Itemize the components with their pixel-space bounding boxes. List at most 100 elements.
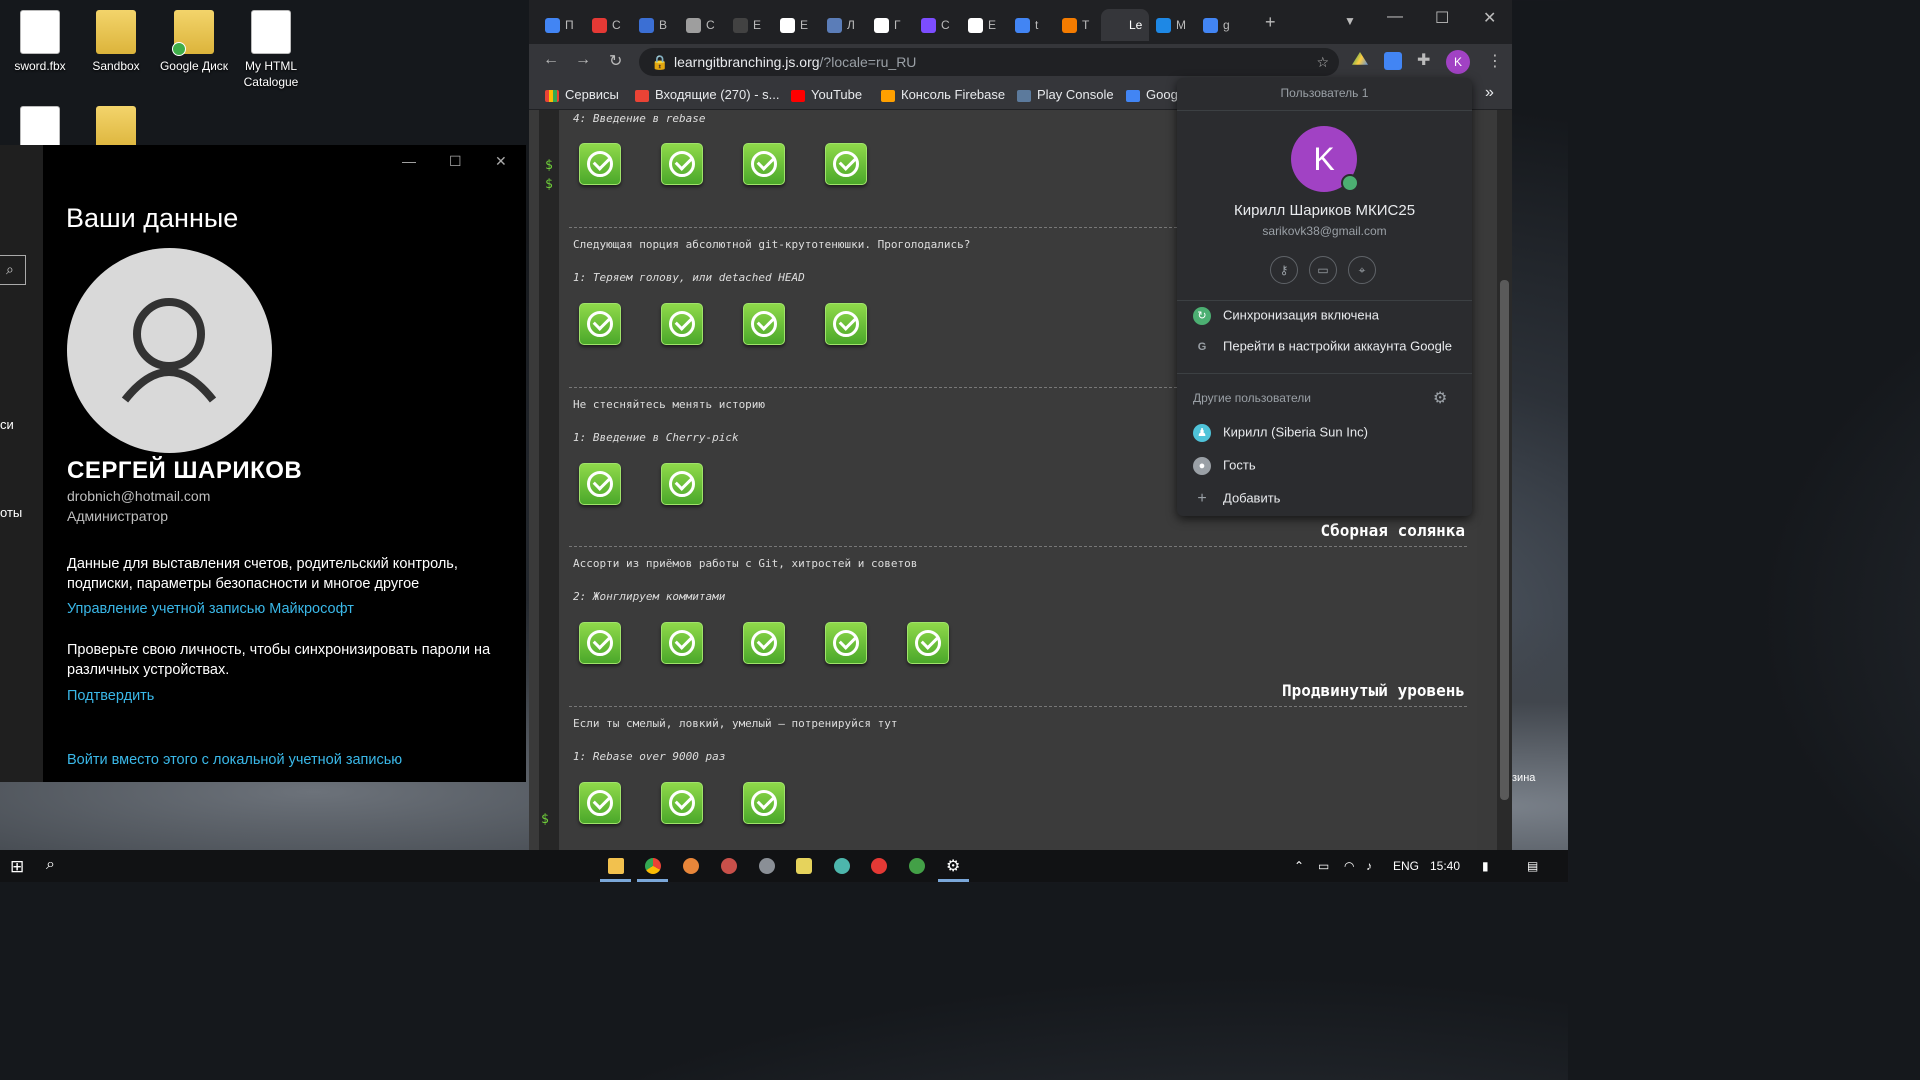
level-complete-badge[interactable] xyxy=(579,622,621,664)
level-complete-badge[interactable] xyxy=(579,782,621,824)
tab[interactable]: С xyxy=(678,9,719,41)
verify-link[interactable]: Подтвердить xyxy=(67,688,154,704)
level-complete-badge[interactable] xyxy=(743,622,785,664)
app-icon[interactable] xyxy=(759,858,775,874)
address-bar[interactable]: 🔒 learngitbranching.js.org/?locale=ru_RU… xyxy=(639,48,1339,76)
extensions-puzzle-icon[interactable]: ✚ xyxy=(1417,50,1430,70)
maximize-icon[interactable]: ☐ xyxy=(1435,8,1449,28)
scrollbar-thumb[interactable] xyxy=(1500,280,1509,800)
google-drive-extension-icon[interactable] xyxy=(1352,52,1368,65)
app-icon[interactable] xyxy=(683,858,699,874)
location-pin-icon[interactable]: ⌖ xyxy=(1348,256,1376,284)
bookmark-play-console[interactable]: Play Console xyxy=(1017,87,1114,102)
key-icon[interactable]: ⚷ xyxy=(1270,256,1298,284)
desktop-icon-sandbox[interactable]: Sandbox xyxy=(76,10,156,74)
favicon-icon xyxy=(592,18,607,34)
tab[interactable]: В xyxy=(631,9,672,41)
wifi-icon[interactable]: ◠ xyxy=(1344,859,1354,873)
minimize-icon[interactable]: — xyxy=(402,153,416,169)
battery-icon[interactable]: ▭ xyxy=(1318,859,1329,873)
sidebar-item-label[interactable]: оты xyxy=(0,505,22,520)
maximize-icon[interactable]: ☐ xyxy=(449,153,462,170)
tab[interactable]: t xyxy=(1007,9,1048,41)
sticky-notes-icon[interactable] xyxy=(796,858,812,874)
language-indicator[interactable]: ENG xyxy=(1393,859,1419,873)
tab[interactable]: Г xyxy=(866,9,907,41)
reload-icon[interactable]: ↻ xyxy=(609,51,622,71)
bookmark-google[interactable]: Goog xyxy=(1126,87,1178,102)
level-complete-badge[interactable] xyxy=(743,143,785,185)
tab[interactable]: Е xyxy=(772,9,813,41)
minimize-icon[interactable]: — xyxy=(1387,8,1403,26)
bookmark-gmail[interactable]: Входящие (270) - s... xyxy=(635,87,779,102)
level-complete-badge[interactable] xyxy=(661,622,703,664)
close-icon[interactable]: ✕ xyxy=(1483,8,1496,28)
add-profile-item[interactable]: + Добавить xyxy=(1193,490,1280,508)
level-complete-badge[interactable] xyxy=(825,143,867,185)
notifications-icon[interactable]: ▤ xyxy=(1527,859,1538,873)
other-user-item[interactable]: ♟ Кирилл (Siberia Sun Inc) xyxy=(1193,424,1368,442)
translate-extension-icon[interactable] xyxy=(1384,52,1402,70)
gear-icon[interactable]: ⚙ xyxy=(1433,388,1447,408)
chevron-up-icon[interactable]: ⌃ xyxy=(1294,859,1304,873)
search-icon[interactable]: ⌕ xyxy=(0,255,26,285)
payment-card-icon[interactable]: ▭ xyxy=(1309,256,1337,284)
level-complete-badge[interactable] xyxy=(579,303,621,345)
search-icon[interactable]: ⌕ xyxy=(46,856,55,874)
tab[interactable]: Le ✕ xyxy=(1101,9,1149,64)
tab[interactable]: Т xyxy=(1054,9,1095,41)
manage-account-link[interactable]: Управление учетной записью Майкрософт xyxy=(67,601,354,617)
sidebar-item-label[interactable]: си xyxy=(0,417,14,432)
local-account-link[interactable]: Войти вместо этого с локальной учетной з… xyxy=(67,752,402,768)
level-complete-badge[interactable] xyxy=(743,303,785,345)
guest-item[interactable]: ● Гость xyxy=(1193,457,1256,475)
tab[interactable]: Е xyxy=(960,9,1001,41)
tab-search-icon[interactable]: ▼ xyxy=(1344,14,1356,28)
scrollbar[interactable] xyxy=(1497,110,1512,850)
settings-gear-icon[interactable]: ⚙ xyxy=(946,856,960,876)
tab[interactable]: g xyxy=(1195,9,1236,41)
new-tab-icon[interactable]: + xyxy=(1265,12,1276,33)
tab[interactable]: Е xyxy=(725,9,766,41)
tab[interactable]: С xyxy=(913,9,954,41)
star-icon[interactable]: ☆ xyxy=(1316,48,1329,76)
level-complete-badge[interactable] xyxy=(579,463,621,505)
level-complete-badge[interactable] xyxy=(579,143,621,185)
back-icon[interactable]: ← xyxy=(543,51,559,69)
level-complete-badge[interactable] xyxy=(661,303,703,345)
bookmarks-overflow-icon[interactable]: » xyxy=(1485,84,1494,102)
tab[interactable]: П xyxy=(537,9,578,41)
desktop-icon-html-catalogue[interactable]: My HTML Catalogue xyxy=(231,10,311,90)
profile-avatar-button[interactable]: K xyxy=(1446,50,1470,74)
windows-start-icon[interactable]: ⊞ xyxy=(10,857,24,877)
app-icon[interactable] xyxy=(721,858,737,874)
level-complete-badge[interactable] xyxy=(825,303,867,345)
volume-icon[interactable]: ♪ xyxy=(1366,859,1372,873)
level-complete-badge[interactable] xyxy=(661,143,703,185)
app-icon[interactable] xyxy=(834,858,850,874)
tab[interactable]: М xyxy=(1148,9,1189,41)
menu-kebab-icon[interactable]: ⋮ xyxy=(1487,51,1503,71)
media-player-icon[interactable] xyxy=(871,858,887,874)
google-account-settings-item[interactable]: G Перейти в настройки аккаунта Google xyxy=(1193,338,1452,356)
level-complete-badge[interactable] xyxy=(743,782,785,824)
chrome-icon[interactable] xyxy=(645,858,661,874)
close-icon[interactable]: ✕ xyxy=(495,153,507,170)
file-explorer-icon[interactable] xyxy=(608,858,624,874)
tab[interactable]: С xyxy=(584,9,625,41)
tab[interactable]: Л xyxy=(819,9,860,41)
desktop-icon-sword[interactable]: sword.fbx xyxy=(0,10,80,74)
desktop-icon-google-drive[interactable]: Google Диск xyxy=(154,10,234,74)
level-complete-badge[interactable] xyxy=(661,463,703,505)
bookmark-firebase[interactable]: Консоль Firebase xyxy=(881,87,1005,102)
app-tray-icon[interactable]: ▮ xyxy=(1482,859,1489,873)
xbox-icon[interactable] xyxy=(909,858,925,874)
bookmark-youtube[interactable]: YouTube xyxy=(791,87,862,102)
level-complete-badge[interactable] xyxy=(661,782,703,824)
clock[interactable]: 15:40 xyxy=(1430,859,1460,873)
bookmark-apps[interactable]: Сервисы xyxy=(545,87,619,102)
forward-icon[interactable]: → xyxy=(575,51,591,69)
level-complete-badge[interactable] xyxy=(825,622,867,664)
level-complete-badge[interactable] xyxy=(907,622,949,664)
sync-enabled-item[interactable]: ↻ Синхронизация включена xyxy=(1193,307,1379,325)
